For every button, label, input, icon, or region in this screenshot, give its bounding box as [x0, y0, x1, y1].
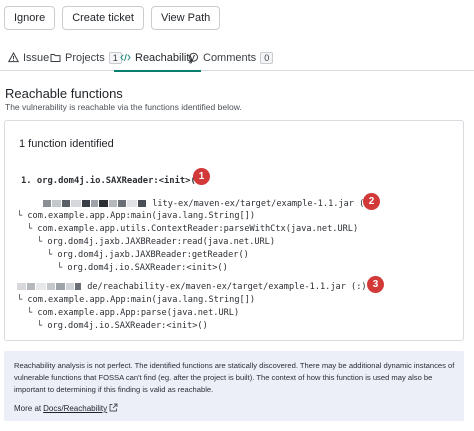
more-prefix: More at: [14, 404, 42, 413]
call-frame: └ org.dom4j.jaxb.JAXBReader:getReader(): [47, 250, 249, 260]
call-frame: └ com.example.app.App:main(java.lang.Str…: [17, 295, 256, 305]
call-frame: └ org.dom4j.io.SAXReader:<init>(): [57, 263, 228, 273]
call-frame: └ com.example.app.App:parse(java.net.URL…: [27, 308, 240, 318]
tab-reachability[interactable]: Reachability: [114, 44, 201, 72]
call-frame: └ com.example.app.utils.ContextReader:pa…: [27, 224, 359, 234]
call-frame: └ com.example.app.App:main(java.lang.Str…: [17, 211, 256, 221]
section-description: The vulnerability is reachable via the f…: [5, 102, 242, 112]
folder-icon: [50, 52, 61, 63]
external-link-icon: [109, 403, 118, 414]
tab-issue[interactable]: Issue: [8, 44, 49, 71]
redacted-pixels: [43, 200, 147, 207]
tab-label: Issue: [23, 51, 50, 64]
tab-label: Reachability: [135, 51, 195, 64]
reachability-note: Reachability analysis is not perfect. Th…: [4, 351, 464, 421]
redacted-pixels: [17, 283, 82, 290]
marker-badge: 1: [193, 168, 210, 185]
vulnerable-function: 1. org.dom4j.io.SAXReader:<init>(): [21, 176, 202, 186]
note-text: Reachability analysis is not perfect. Th…: [14, 361, 455, 394]
call-frame: └ org.dom4j.io.SAXReader:<init>(): [37, 321, 208, 331]
marker-badge: 2: [363, 193, 380, 210]
code-icon: [120, 52, 131, 63]
comments-count-badge: 0: [260, 51, 274, 64]
reachable-functions-panel: 1 function identified 1. org.dom4j.io.SA…: [4, 120, 464, 341]
warning-icon: [8, 52, 19, 63]
tab-label: Comments: [203, 51, 257, 64]
tab-projects[interactable]: Projects 1: [50, 44, 122, 71]
tab-label: Projects: [65, 51, 105, 64]
marker-badge: 3: [367, 276, 384, 293]
create-ticket-button[interactable]: Create ticket: [62, 6, 144, 30]
jar-path: de/reachability-ex/maven-ex/target/examp…: [87, 282, 367, 292]
action-toolbar: Ignore Create ticket View Path: [4, 6, 221, 30]
view-path-button[interactable]: View Path: [150, 6, 221, 30]
docs-reachability-link[interactable]: Docs/Reachability: [43, 404, 107, 413]
tab-comments[interactable]: Comments 0: [188, 44, 274, 71]
call-path-source: de/reachability-ex/maven-ex/target/examp…: [17, 282, 367, 292]
issue-tabs: Issue Projects 1 Reachability Comments 0: [0, 44, 474, 72]
ignore-button[interactable]: Ignore: [4, 6, 56, 30]
docs-link-row: More at Docs/Reachability: [14, 403, 118, 414]
call-path-source: lity-ex/maven-ex/target/example-1.1.jar …: [43, 199, 375, 209]
comment-icon: [188, 52, 199, 63]
functions-count-title: 1 function identified: [19, 138, 114, 150]
call-frame: └ org.dom4j.jaxb.JAXBReader:read(java.ne…: [37, 237, 276, 247]
section-title: Reachable functions: [5, 86, 123, 101]
jar-path: lity-ex/maven-ex/target/example-1.1.jar …: [152, 199, 375, 209]
